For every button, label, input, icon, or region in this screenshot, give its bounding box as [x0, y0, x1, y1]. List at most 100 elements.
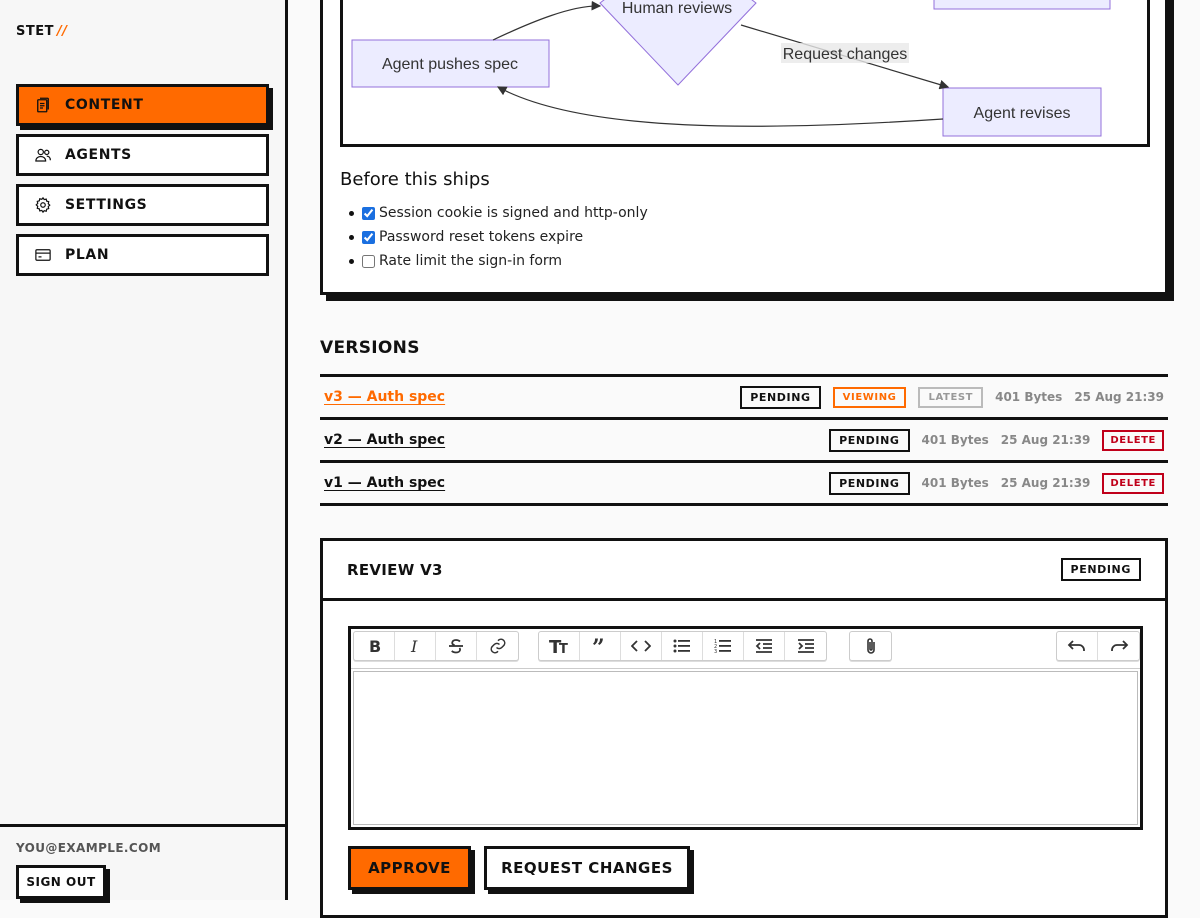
paperclip-icon	[866, 638, 875, 654]
checklist-item: Password reset tokens expire	[345, 225, 648, 249]
link-icon	[490, 638, 505, 654]
nav-item-agents[interactable]: AGENTS	[16, 134, 269, 176]
nav-item-content[interactable]: CONTENT	[16, 84, 269, 126]
checklist: Session cookie is signed and http-only P…	[345, 201, 648, 273]
checklist-title: Before this ships	[340, 169, 490, 190]
numbered-list-button[interactable]: 123	[703, 632, 744, 660]
checklist-checkbox[interactable]	[362, 230, 375, 244]
nav-label: CONTENT	[65, 97, 144, 113]
edge-revise-to-push	[496, 86, 944, 127]
rich-text-editor: B I TT ” 123	[348, 626, 1143, 830]
quote-button[interactable]: ”	[580, 632, 621, 660]
node-label-agent-revises: Agent revises	[974, 105, 1071, 122]
indent-button[interactable]	[785, 632, 826, 660]
version-link[interactable]: v3 — Auth spec	[324, 389, 445, 405]
heading-button[interactable]: TT	[539, 632, 580, 660]
sign-out-button[interactable]: SIGN OUT	[16, 865, 106, 899]
brand-name: STET	[16, 24, 54, 39]
main-content: Request changes Human reviews Agent push…	[288, 0, 1200, 918]
link-button[interactable]	[477, 632, 518, 660]
review-header: REVIEW V3 PENDING	[323, 541, 1165, 601]
sidebar-footer: YOU@EXAMPLE.COM SIGN OUT	[0, 824, 285, 900]
heading-icon: TT	[549, 637, 568, 655]
node-offscreen	[933, 0, 1111, 10]
gear-icon	[33, 195, 53, 215]
nav-label: AGENTS	[65, 147, 132, 163]
versions-heading: VERSIONS	[320, 338, 420, 358]
indent-icon	[797, 639, 814, 653]
toolbar-group-format: B I	[353, 631, 519, 661]
status-badge: PENDING	[829, 428, 910, 452]
undo-icon	[1067, 640, 1085, 651]
version-row: v3 — Auth spec PENDING VIEWING LATEST 40…	[320, 377, 1168, 420]
version-size: 401 Bytes	[921, 476, 989, 490]
bullet	[349, 234, 354, 240]
svg-text:I: I	[410, 638, 418, 654]
toolbar-group-history	[1056, 631, 1140, 661]
outdent-button[interactable]	[744, 632, 785, 660]
spec-document: Request changes Human reviews Agent push…	[320, 0, 1168, 295]
version-meta: PENDING 401 Bytes 25 Aug 21:39 DELETE	[829, 428, 1164, 452]
edge-label: Request changes	[783, 46, 908, 63]
latest-badge: LATEST	[918, 386, 984, 408]
node-label-agent-pushes-spec: Agent pushes spec	[382, 56, 518, 73]
delete-version-button[interactable]: DELETE	[1102, 472, 1164, 494]
code-button[interactable]	[621, 632, 662, 660]
checklist-item-label: Session cookie is signed and http-only	[379, 205, 648, 221]
request-changes-button[interactable]: REQUEST CHANGES	[484, 846, 690, 890]
nav-label: SETTINGS	[65, 197, 148, 213]
nav-item-plan[interactable]: PLAN	[16, 234, 269, 276]
approve-button[interactable]: APPROVE	[348, 846, 471, 890]
sidebar: STET// CONTENT AGENTS SETTINGS PLAN YOU@…	[0, 0, 288, 900]
review-title: REVIEW V3	[347, 560, 443, 579]
toolbar-group-block: TT ” 123	[538, 631, 827, 661]
svg-text:3: 3	[714, 649, 717, 654]
version-link[interactable]: v1 — Auth spec	[324, 475, 445, 491]
checklist-item: Session cookie is signed and http-only	[345, 201, 648, 225]
outdent-icon	[755, 639, 772, 653]
svg-text:T: T	[559, 642, 568, 655]
undo-button[interactable]	[1057, 632, 1098, 660]
bold-button[interactable]: B	[354, 632, 395, 660]
flow-diagram: Request changes Human reviews Agent push…	[340, 0, 1150, 147]
brand-logo[interactable]: STET//	[16, 24, 67, 39]
numbered-list-icon: 123	[714, 639, 731, 654]
quote-icon: ”	[592, 637, 605, 655]
code-icon	[631, 640, 651, 652]
version-link[interactable]: v2 — Auth spec	[324, 432, 445, 448]
bullet-list-button[interactable]	[662, 632, 703, 660]
users-icon	[33, 145, 53, 165]
version-date: 25 Aug 21:39	[1000, 433, 1091, 447]
version-meta: PENDING VIEWING LATEST 401 Bytes 25 Aug …	[740, 385, 1164, 409]
bullet	[349, 258, 354, 264]
status-badge: PENDING	[829, 471, 910, 495]
checklist-checkbox[interactable]	[362, 254, 375, 268]
node-label-human-reviews: Human reviews	[622, 0, 732, 17]
nav-label: PLAN	[65, 247, 110, 263]
credit-card-icon	[33, 245, 53, 265]
italic-button[interactable]: I	[395, 632, 436, 660]
version-row: v2 — Auth spec PENDING 401 Bytes 25 Aug …	[320, 420, 1168, 463]
version-date: 25 Aug 21:39	[1074, 390, 1164, 404]
checklist-item-label: Password reset tokens expire	[379, 229, 584, 245]
edge-push-to-review	[492, 0, 602, 41]
checklist-checkbox[interactable]	[362, 206, 375, 220]
bullet	[349, 210, 354, 216]
nav-item-settings[interactable]: SETTINGS	[16, 184, 269, 226]
bold-icon: B	[369, 638, 381, 654]
strikethrough-icon	[449, 639, 463, 654]
italic-icon: I	[410, 638, 418, 654]
review-comment-textarea[interactable]	[353, 671, 1138, 825]
svg-text:”: ”	[592, 637, 605, 655]
status-badge: PENDING	[1060, 558, 1141, 581]
strikethrough-button[interactable]	[436, 632, 477, 660]
status-badge: PENDING	[740, 385, 821, 409]
attach-button[interactable]	[850, 632, 891, 660]
redo-button[interactable]	[1098, 632, 1139, 660]
checklist-item: Rate limit the sign-in form	[345, 249, 648, 273]
svg-text:B: B	[369, 638, 381, 654]
toolbar-group-attach	[849, 631, 892, 661]
delete-version-button[interactable]: DELETE	[1102, 429, 1164, 451]
user-email: YOU@EXAMPLE.COM	[16, 841, 162, 855]
redo-icon	[1110, 640, 1128, 651]
